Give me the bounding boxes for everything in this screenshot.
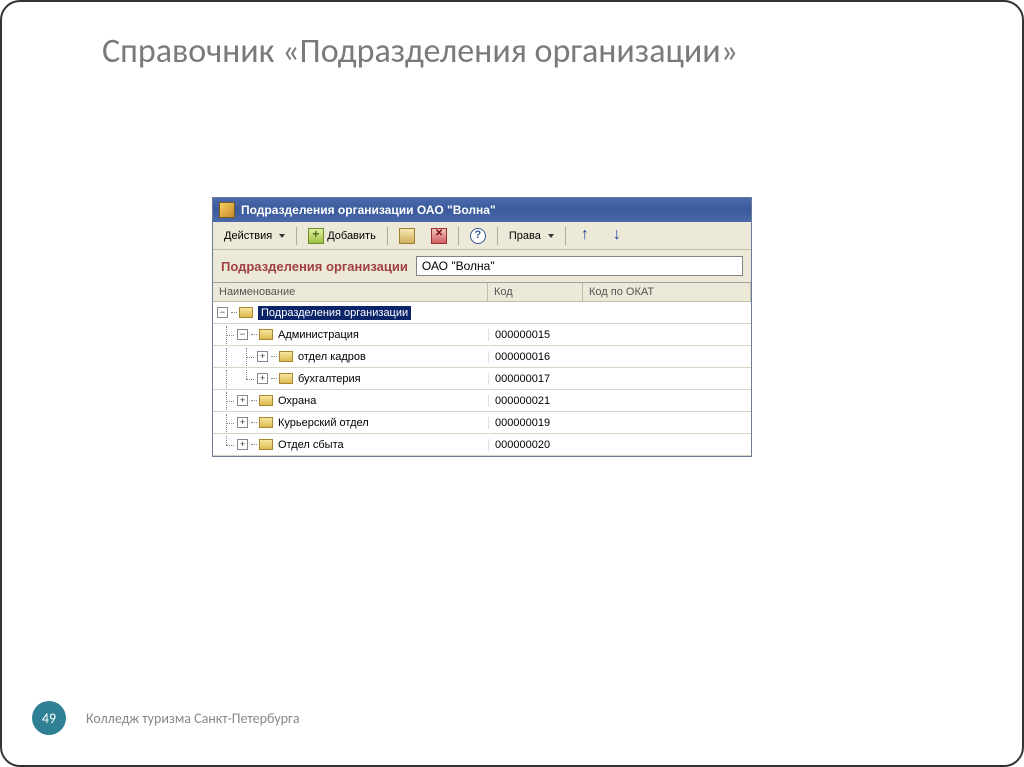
tree-connector [231, 312, 237, 313]
table-row[interactable]: + отдел кадров 000000016 [213, 346, 751, 368]
column-okat[interactable]: Код по ОКАТ [583, 283, 751, 301]
table-row[interactable]: − Подразделения организации [213, 302, 751, 324]
separator [458, 227, 459, 245]
table-row[interactable]: + Курьерский отдел 000000019 [213, 412, 751, 434]
cell-name: − Администрация [213, 326, 488, 344]
folder-icon [259, 329, 273, 340]
organization-label: Подразделения организации [221, 259, 408, 274]
tree-line [237, 348, 257, 366]
help-icon: ? [470, 228, 486, 244]
cell-code: 000000019 [488, 417, 583, 429]
table-row[interactable]: + Охрана 000000021 [213, 390, 751, 412]
toolbar: Действия Добавить ? Права [213, 222, 751, 250]
rights-label: Права [509, 230, 541, 242]
separator [565, 227, 566, 245]
tree-line [217, 414, 237, 432]
tree-line [237, 370, 257, 388]
folder-icon [279, 373, 293, 384]
row-label: бухгалтерия [298, 373, 361, 385]
organization-input[interactable] [416, 256, 743, 276]
cell-code: 000000015 [488, 329, 583, 341]
organization-row: Подразделения организации [213, 250, 751, 282]
row-label: отдел кадров [298, 351, 366, 363]
plus-icon[interactable]: + [237, 395, 248, 406]
move-down-button[interactable]: ↓ [602, 225, 632, 247]
plus-icon[interactable]: + [237, 439, 248, 450]
delete-button[interactable] [424, 225, 454, 247]
tree-line [217, 392, 237, 410]
arrow-down-icon: ↓ [609, 228, 625, 244]
folder-icon [239, 307, 253, 318]
rights-menu[interactable]: Права [502, 227, 561, 245]
app-icon [219, 202, 235, 218]
help-button[interactable]: ? [463, 225, 493, 247]
slide-footer: 49 Колледж туризма Санкт-Петербурга [32, 701, 300, 735]
plus-icon[interactable]: + [257, 351, 268, 362]
separator [497, 227, 498, 245]
grid-header: Наименование Код Код по ОКАТ [213, 283, 751, 302]
actions-label: Действия [224, 230, 272, 242]
column-name[interactable]: Наименование [213, 283, 488, 301]
row-label: Охрана [278, 395, 316, 407]
add-label: Добавить [327, 230, 376, 242]
page-number-badge: 49 [32, 701, 66, 735]
tree-connector [251, 422, 257, 423]
arrow-up-icon: ↑ [577, 228, 593, 244]
cell-name: + Курьерский отдел [213, 414, 488, 432]
plus-icon[interactable]: + [237, 417, 248, 428]
tree-grid: Наименование Код Код по ОКАТ −Подразделе… [213, 282, 751, 456]
cell-code: 000000020 [488, 439, 583, 451]
move-up-button[interactable]: ↑ [570, 225, 600, 247]
minus-icon[interactable]: − [217, 307, 228, 318]
cell-name: − Подразделения организации [213, 306, 488, 320]
tree-line [217, 326, 237, 344]
cell-name: + отдел кадров [213, 348, 488, 366]
cell-name: + Охрана [213, 392, 488, 410]
footer-text: Колледж туризма Санкт-Петербурга [86, 710, 300, 727]
tree-connector [251, 400, 257, 401]
app-window: Подразделения организации ОАО "Волна" Де… [212, 197, 752, 457]
row-label: Подразделения организации [258, 306, 411, 320]
cell-name: + Отдел сбыта [213, 436, 488, 454]
cell-code: 000000016 [488, 351, 583, 363]
add-icon [308, 228, 324, 244]
tree-connector [251, 334, 257, 335]
actions-menu[interactable]: Действия [217, 227, 292, 245]
table-row[interactable]: − Администрация 000000015 [213, 324, 751, 346]
separator [296, 227, 297, 245]
folder-icon [259, 395, 273, 406]
separator [387, 227, 388, 245]
cell-code: 000000017 [488, 373, 583, 385]
plus-icon[interactable]: + [257, 373, 268, 384]
cell-name: + бухгалтерия [213, 370, 488, 388]
column-code[interactable]: Код [488, 283, 583, 301]
grid-body: −Подразделения организации−Администрация… [213, 302, 751, 456]
folder-icon [259, 439, 273, 450]
tree-line [217, 370, 237, 388]
minus-icon[interactable]: − [237, 329, 248, 340]
table-row[interactable]: + бухгалтерия 000000017 [213, 368, 751, 390]
tree-connector [251, 444, 257, 445]
cell-code: 000000021 [488, 395, 583, 407]
tree-line [217, 348, 237, 366]
slide-title: Справочник «Подразделения организации» [102, 32, 972, 73]
folder-icon [279, 351, 293, 362]
tree-connector [271, 356, 277, 357]
row-label: Курьерский отдел [278, 417, 369, 429]
delete-icon [431, 228, 447, 244]
new-item-button[interactable] [392, 225, 422, 247]
folder-icon [259, 417, 273, 428]
row-label: Отдел сбыта [278, 439, 344, 451]
document-icon [399, 228, 415, 244]
tree-line [217, 436, 237, 454]
add-button[interactable]: Добавить [301, 225, 383, 247]
table-row[interactable]: + Отдел сбыта 000000020 [213, 434, 751, 456]
row-label: Администрация [278, 329, 359, 341]
window-title: Подразделения организации ОАО "Волна" [241, 203, 496, 217]
window-titlebar[interactable]: Подразделения организации ОАО "Волна" [213, 198, 751, 222]
tree-connector [271, 378, 277, 379]
